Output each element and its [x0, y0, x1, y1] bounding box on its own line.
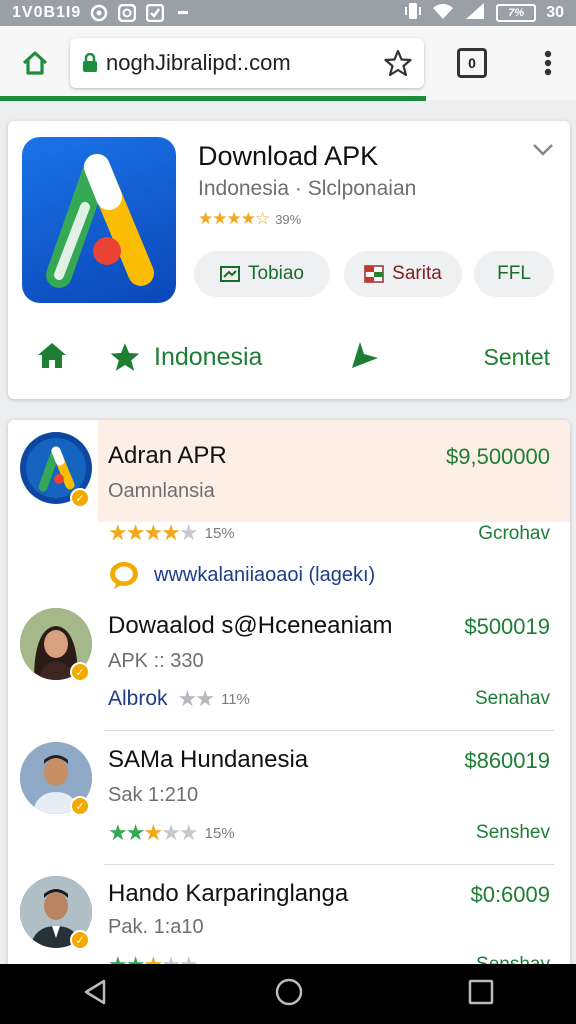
chip-tobiao-label: Tobiao — [248, 263, 304, 284]
vibrate-icon — [404, 1, 422, 26]
overflow-menu-button[interactable] — [520, 50, 576, 76]
status-right: 7% 30 — [404, 1, 564, 26]
phone-screen: 1V0B1I9 7% 30 noghJibralipd:.com 0 Downl… — [0, 0, 576, 1024]
results-list: ✓ Adran APR $9,500000 Oamnlansia ★★★★★ 1… — [8, 420, 570, 980]
card-actions: Indonesia Sentet — [8, 335, 570, 379]
app-title: Download APK — [198, 141, 379, 171]
tab-count: 0 — [457, 48, 487, 78]
result-action[interactable]: Senshev — [476, 822, 550, 844]
square-recents-icon — [468, 979, 494, 1004]
result-subtitle: Oamnlansia — [108, 480, 215, 502]
list-item[interactable]: ✓ SAMa Hundanesia $860019 Sak 1:210 ★★★★… — [8, 730, 570, 864]
status-time: 1V0B1I9 — [12, 4, 82, 21]
chat-bubble-icon — [110, 562, 138, 589]
url-text[interactable]: noghJibralipd:.com — [106, 50, 376, 76]
rating-stars: ★★★★★ — [108, 520, 199, 545]
browser-toolbar: noghJibralipd:.com 0 — [0, 26, 576, 100]
result-price: $0:6009 — [470, 882, 550, 907]
back-button[interactable] — [82, 978, 110, 1011]
home-button[interactable] — [0, 50, 70, 76]
app-logo[interactable] — [22, 137, 176, 303]
tabs-button[interactable]: 0 — [424, 48, 520, 78]
chevron-down-icon — [533, 144, 553, 156]
result-subtitle: APK :: 330 — [108, 650, 204, 672]
list-item[interactable]: ✓ Hando Karparinglanga $0:6009 Pak. 1:a1… — [8, 864, 570, 980]
result-rating: Albrok ★★ 11% — [108, 686, 250, 712]
rating-count: 15% — [204, 524, 235, 542]
check-icon — [145, 4, 165, 22]
result-rating: ★★★★★ 15% — [108, 520, 235, 546]
window-icon — [220, 266, 240, 282]
expand-chevron[interactable] — [532, 143, 554, 162]
rating-count: 15% — [204, 824, 235, 842]
home-action-button[interactable] — [36, 340, 68, 375]
rating-stars: ★★★★☆ — [198, 209, 270, 228]
verified-badge-icon: ✓ — [70, 796, 90, 816]
share-button[interactable] — [348, 338, 382, 377]
result-name: Dowaalod s@Hceneaniam — [108, 612, 393, 639]
result-price: $9,500000 — [446, 444, 550, 469]
app-card: Download APK Indonesia · Slclponaian ★★★… — [8, 121, 570, 399]
star-icon — [110, 343, 140, 371]
chip-sarita-label: Sarita — [392, 263, 442, 284]
camera-icon — [117, 4, 137, 22]
chip-tobiao[interactable]: Tobiao — [194, 251, 330, 297]
result-price: $860019 — [464, 748, 550, 773]
back-icon — [84, 979, 106, 1004]
verified-badge-icon: ✓ — [70, 930, 90, 950]
home-nav-button[interactable] — [274, 977, 304, 1012]
signal-icon — [464, 2, 486, 25]
status-clock-right: 30 — [546, 4, 564, 21]
chip-ffl-label: FFL — [497, 263, 531, 284]
result-subtitle: Pak. 1:a10 — [108, 916, 204, 938]
region-label: Indonesia — [154, 342, 263, 371]
result-name: SAMa Hundanesia — [108, 746, 309, 773]
battery-icon: 7% — [496, 4, 537, 22]
recents-button[interactable] — [468, 979, 494, 1010]
rating-count: 11% — [220, 690, 250, 708]
result-action[interactable]: Gcrohav — [478, 523, 550, 545]
home-icon — [22, 51, 48, 75]
list-item[interactable]: ✓ Adran APR $9,500000 Oamnlansia ★★★★★ 1… — [8, 420, 570, 596]
app-subtitle: Indonesia · Slclponaian — [198, 177, 417, 200]
notification-icon — [89, 4, 109, 22]
more-vert-icon — [544, 50, 552, 76]
status-bar: 1V0B1I9 7% 30 — [0, 0, 576, 26]
result-name: Adran APR — [108, 442, 227, 469]
result-link[interactable]: wwwkalaniiaoaoi (lagekı) — [108, 560, 375, 590]
circle-home-icon — [275, 978, 303, 1005]
lock-icon — [83, 53, 97, 72]
send-icon — [352, 341, 378, 368]
result-brand: Albrok — [108, 687, 168, 710]
result-link-text: wwwkalaniiaoaoi (lagekı) — [154, 563, 376, 586]
rating-count: 39% — [275, 211, 302, 227]
chip-sarita[interactable]: Sarita — [344, 251, 462, 297]
result-action[interactable]: Senahav — [475, 688, 550, 710]
address-bar[interactable]: noghJibralipd:.com — [70, 38, 424, 88]
result-subtitle: Sak 1:210 — [108, 784, 199, 806]
dash-icon — [173, 4, 193, 22]
system-nav-bar — [0, 964, 576, 1024]
verified-badge-icon: ✓ — [70, 662, 90, 682]
verified-badge-icon: ✓ — [70, 488, 90, 508]
chip-ffl[interactable]: FFL — [474, 251, 554, 297]
result-name: Hando Karparinglanga — [108, 880, 349, 907]
bookmark-star-icon[interactable] — [384, 49, 412, 77]
region-button[interactable]: Indonesia — [108, 341, 262, 373]
rating-stars: ★★★★★ — [108, 820, 199, 845]
list-item[interactable]: ✓ Dowaalod s@Hceneaniam $500019 APK :: 3… — [8, 596, 570, 730]
page-load-progress — [0, 96, 426, 101]
home-filled-icon — [38, 342, 66, 368]
app-rating: ★★★★☆ 39% — [198, 209, 301, 229]
rating-stars: ★★ — [177, 686, 215, 711]
result-price: $500019 — [464, 614, 550, 639]
result-rating: ★★★★★ 15% — [108, 820, 235, 846]
wifi-icon — [432, 2, 454, 25]
flag-icon — [364, 265, 384, 283]
sentet-button[interactable]: Sentet — [484, 344, 551, 371]
